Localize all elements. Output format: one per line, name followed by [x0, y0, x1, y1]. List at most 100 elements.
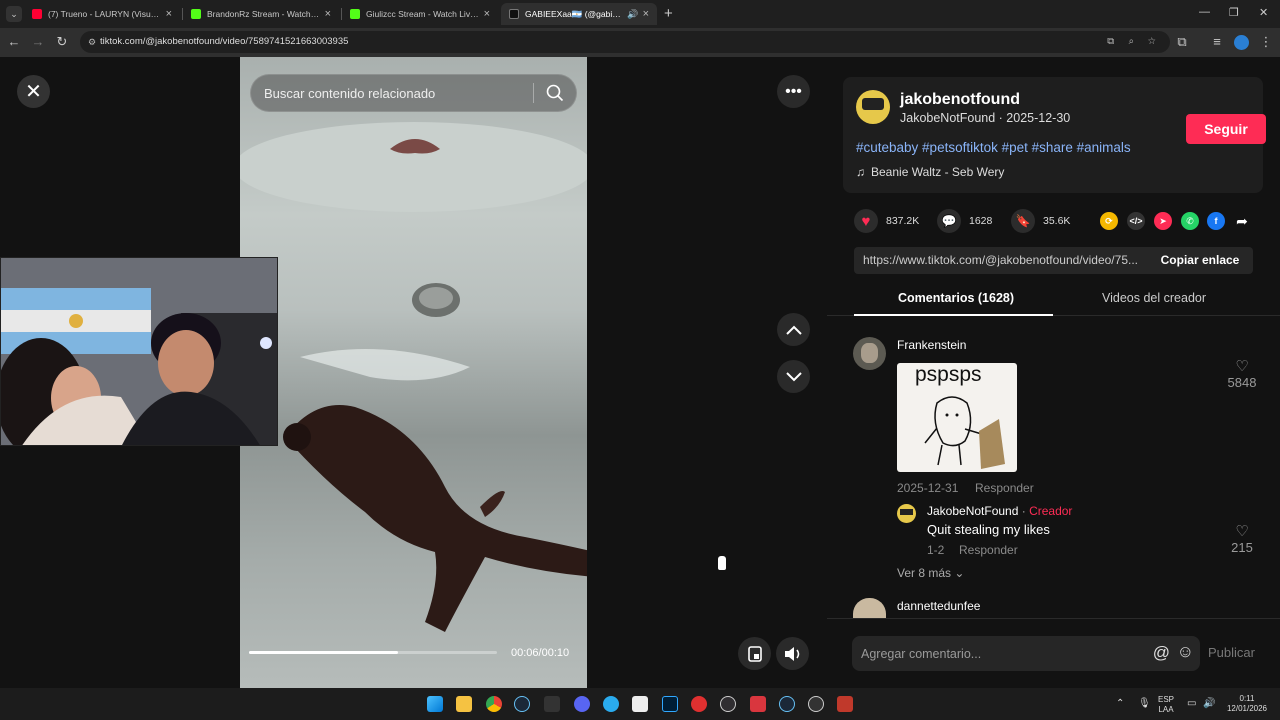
- close-tab-icon[interactable]: ×: [484, 8, 490, 20]
- previous-video-button[interactable]: [777, 313, 810, 346]
- publish-button[interactable]: Publicar: [1208, 645, 1255, 660]
- video-progress-fill: [249, 651, 398, 654]
- save-stat[interactable]: 🔖 35.6K: [1011, 209, 1070, 233]
- browser-tab[interactable]: BrandonRz Stream - Watch Live on Kick ×: [183, 3, 339, 25]
- steam-icon[interactable]: [514, 696, 530, 712]
- file-explorer-icon[interactable]: [456, 696, 472, 712]
- chrome-icon[interactable]: [486, 696, 502, 712]
- profile-avatar[interactable]: [1234, 35, 1249, 50]
- url-field[interactable]: ⚙ tiktok.com/@jakobenotfound/video/75897…: [80, 31, 1170, 53]
- minimize-icon[interactable]: —: [1199, 6, 1210, 18]
- follow-button[interactable]: Seguir: [1186, 114, 1266, 144]
- windows-taskbar: ⌃ 🎙 ESP LAA ▭ 🔊 0:11 12/01/2026: [0, 688, 1280, 720]
- zoom-icon[interactable]: ⌕: [1129, 31, 1134, 53]
- windows-start-icon[interactable]: [427, 696, 443, 712]
- close-tab-icon[interactable]: ×: [325, 8, 331, 20]
- tab-creator-videos[interactable]: Videos del creador: [1102, 291, 1206, 305]
- app-icon[interactable]: [750, 696, 766, 712]
- tray-chevron-icon[interactable]: ⌃: [1116, 699, 1124, 709]
- bookmark-icon: 🔖: [1011, 209, 1035, 233]
- creator-username[interactable]: jakobenotfound: [900, 91, 1020, 109]
- new-tab-button[interactable]: +: [664, 5, 673, 22]
- discord-icon[interactable]: [574, 696, 590, 712]
- photoshop-icon[interactable]: [662, 696, 678, 712]
- browser-tab-active[interactable]: GABIEEXaa🇦🇷 (@gabieex) | TikTok 🔊 ×: [501, 3, 657, 25]
- more-menu-icon[interactable]: ⋮: [1258, 34, 1274, 50]
- close-video-button[interactable]: ✕: [17, 75, 50, 108]
- tab-list-button[interactable]: ⌄: [6, 6, 22, 22]
- related-search-input[interactable]: Buscar contenido relacionado: [250, 74, 577, 112]
- cat-drawing-icon: [924, 396, 1005, 469]
- comment-input[interactable]: Agregar comentario... @ ☺: [852, 636, 1200, 671]
- comment-username[interactable]: dannettedunfee: [897, 599, 980, 613]
- volume-tray-icon[interactable]: 🔊: [1203, 699, 1215, 709]
- floating-player-button[interactable]: [738, 637, 771, 670]
- reply-avatar[interactable]: [897, 504, 916, 523]
- install-icon[interactable]: ⧉: [1107, 31, 1114, 53]
- browser-tab[interactable]: (7) Trueno - LAURYN (Visualizer) ×: [24, 3, 180, 25]
- details-panel: jakobenotfound JakobeNotFound · 2025-12-…: [827, 57, 1280, 688]
- more-options-button[interactable]: •••: [777, 75, 810, 108]
- video-player[interactable]: Buscar contenido relacionado 00:06/00:10: [240, 57, 587, 688]
- facebook-icon[interactable]: f: [1207, 212, 1225, 230]
- reply-link[interactable]: Responder: [975, 481, 1034, 495]
- next-video-button[interactable]: [777, 360, 810, 393]
- steam-icon[interactable]: [779, 696, 795, 712]
- embed-icon[interactable]: </>: [1127, 212, 1145, 230]
- reply-like[interactable]: ♡ 215: [1223, 522, 1261, 555]
- comment-stat[interactable]: 💬 1628: [937, 209, 992, 233]
- reload-icon[interactable]: ↻: [54, 34, 70, 50]
- whatsapp-icon[interactable]: ✆: [1181, 212, 1199, 230]
- obs-icon[interactable]: [720, 696, 736, 712]
- microphone-icon[interactable]: 🎙: [1138, 699, 1151, 709]
- reply-username[interactable]: JakobeNotFound · Creador: [927, 504, 1072, 518]
- game-icon[interactable]: [837, 696, 853, 712]
- volume-button[interactable]: [776, 637, 809, 670]
- epic-games-icon[interactable]: [544, 696, 560, 712]
- extensions-icon[interactable]: ⧉: [1174, 34, 1190, 50]
- language-indicator[interactable]: ESP LAA: [1158, 695, 1174, 715]
- bookmark-star-icon[interactable]: ☆: [1147, 31, 1156, 53]
- mention-icon[interactable]: @: [1153, 643, 1170, 663]
- video-progress-bar[interactable]: [249, 651, 497, 654]
- forward-icon[interactable]: →: [30, 34, 46, 50]
- commenter-avatar[interactable]: [853, 337, 886, 370]
- music-row[interactable]: ♫ Beanie Waltz - Seb Wery: [856, 165, 1004, 179]
- address-bar: ← → ↻ ⚙ tiktok.com/@jakobenotfound/video…: [0, 28, 1280, 57]
- chevron-down-icon: [785, 371, 802, 381]
- clock[interactable]: 0:11 12/01/2026: [1222, 694, 1272, 714]
- back-icon[interactable]: ←: [6, 34, 22, 50]
- browser-tab[interactable]: Giulizcc Stream - Watch Live on Kick ×: [342, 3, 498, 25]
- like-stat[interactable]: ♥ 837.2K: [854, 209, 919, 233]
- close-window-icon[interactable]: ✕: [1259, 6, 1268, 19]
- repost-icon[interactable]: ⟳: [1100, 212, 1118, 230]
- view-more-replies[interactable]: Ver 8 más ⌄: [897, 566, 964, 580]
- tab-comments[interactable]: Comentarios (1628): [898, 291, 1014, 305]
- speaker-icon[interactable]: 🔊: [627, 9, 638, 20]
- send-icon[interactable]: ➤: [1154, 212, 1172, 230]
- emoji-icon[interactable]: ☺: [1177, 642, 1194, 662]
- comment-username[interactable]: Frankenstein: [897, 338, 966, 352]
- media-controls-icon[interactable]: ≡: [1209, 34, 1225, 50]
- copy-link-button[interactable]: Copiar enlace: [1147, 247, 1253, 274]
- app-icon[interactable]: [808, 696, 824, 712]
- search-icon[interactable]: [546, 84, 564, 105]
- telegram-icon[interactable]: [603, 696, 619, 712]
- video-link-field[interactable]: https://www.tiktok.com/@jakobenotfound/v…: [854, 247, 1253, 274]
- creator-avatar[interactable]: [856, 90, 890, 124]
- site-info-icon[interactable]: ⚙: [88, 31, 96, 53]
- heart-outline-icon: ♡: [1235, 523, 1249, 540]
- close-tab-icon[interactable]: ×: [166, 8, 172, 20]
- commenter-avatar[interactable]: [853, 598, 886, 618]
- comment-like[interactable]: ♡ 5848: [1223, 357, 1261, 390]
- hashtags[interactable]: #cutebaby #petsoftiktok #pet #share #ani…: [856, 140, 1131, 155]
- restore-icon[interactable]: ❐: [1229, 6, 1239, 19]
- obs-record-icon[interactable]: [691, 696, 707, 712]
- share-arrow-icon[interactable]: ➦: [1233, 212, 1251, 230]
- reply-reply-link[interactable]: Responder: [959, 543, 1018, 557]
- network-icon[interactable]: ▭: [1187, 699, 1196, 709]
- close-tab-icon[interactable]: ×: [643, 8, 649, 20]
- music-note-icon: ♫: [856, 165, 865, 179]
- kick-icon: [191, 9, 201, 19]
- capcut-icon[interactable]: [632, 696, 648, 712]
